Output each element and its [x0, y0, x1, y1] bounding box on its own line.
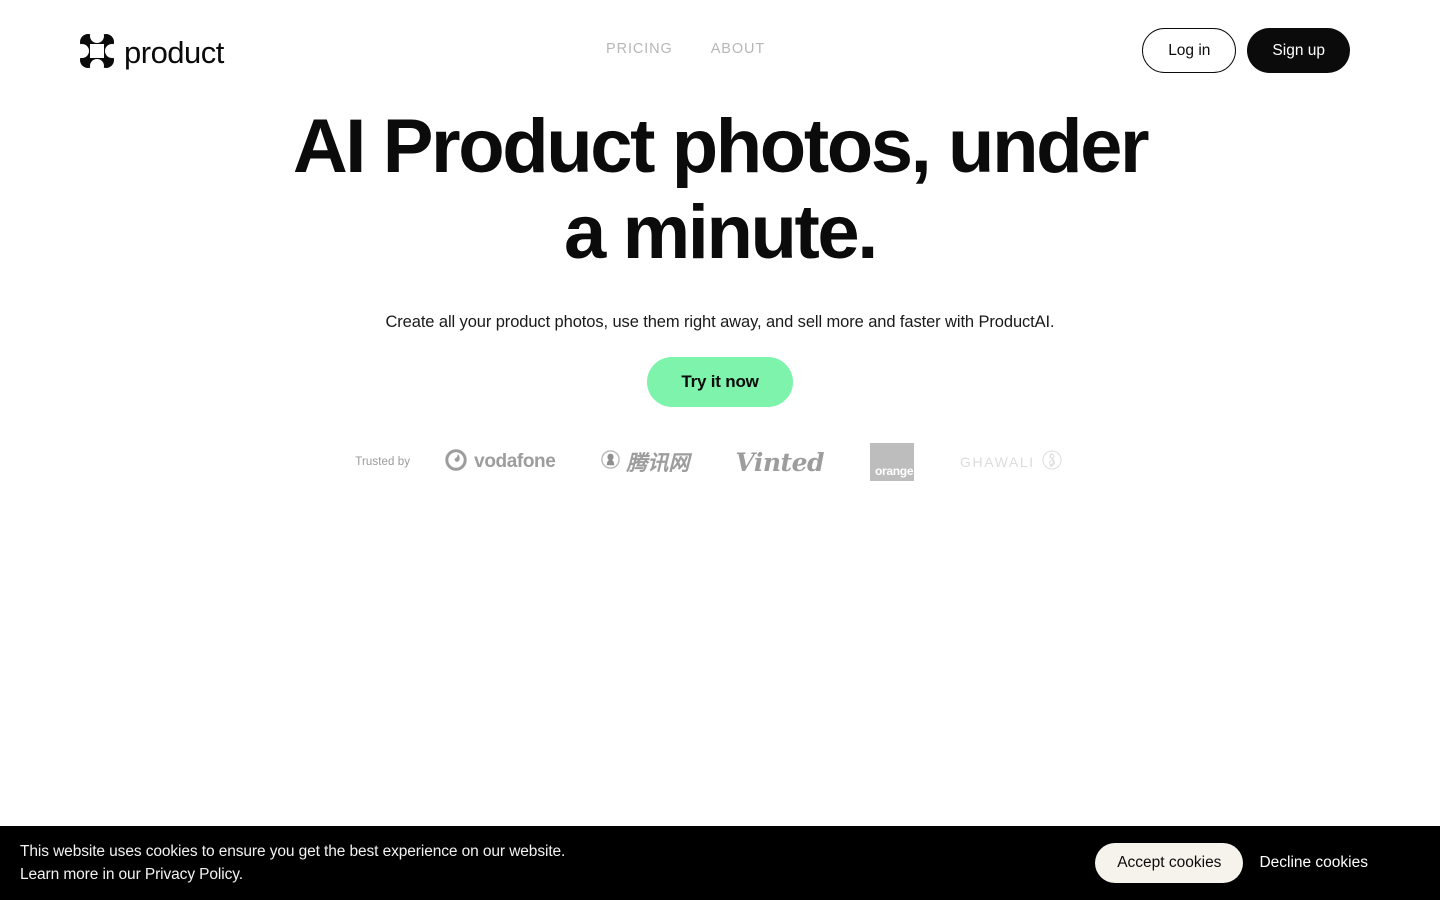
vodafone-circle-icon: [445, 448, 467, 476]
auth-actions: Log in Sign up: [1142, 28, 1350, 73]
login-button[interactable]: Log in: [1142, 28, 1237, 73]
cta-wrapper: Try it now: [0, 357, 1440, 407]
page-title: AI Product photos, under a minute.: [292, 104, 1150, 275]
orange-square-mark: orange: [870, 443, 914, 481]
logo[interactable]: product: [75, 29, 224, 73]
cookie-banner: This website uses cookies to ensure you …: [0, 826, 1440, 900]
try-it-now-button[interactable]: Try it now: [647, 357, 793, 407]
vodafone-wordmark: vodafone: [474, 451, 556, 472]
tencent-wordmark: 腾讯网: [626, 451, 690, 475]
brand-logo-vinted: Vinted: [735, 443, 824, 481]
accept-cookies-button[interactable]: Accept cookies: [1095, 843, 1244, 883]
clover-logo-icon: [75, 29, 119, 73]
brand-logo-tencent: 腾讯网: [601, 443, 689, 481]
ghawali-monogram-icon: [1042, 450, 1062, 475]
cookie-message-line-1: This website uses cookies to ensure you …: [20, 843, 566, 860]
brand-logo-orange: orange: [870, 443, 914, 481]
vinted-wordmark: Vinted: [735, 447, 824, 477]
ghawali-wordmark: GHAWALI: [960, 454, 1035, 470]
tencent-penguin-icon: [601, 450, 621, 474]
hero-subtitle: Create all your product photos, use them…: [385, 313, 1055, 331]
hero-section: AI Product photos, under a minute. Creat…: [0, 104, 1440, 481]
logo-text: product: [124, 34, 224, 70]
main-nav: PRICING ABOUT: [606, 41, 765, 57]
trusted-by-label: Trusted by: [355, 456, 411, 468]
cookie-message: This website uses cookies to ensure you …: [20, 840, 565, 886]
cookie-message-line-2: Learn more in our Privacy Policy.: [20, 866, 243, 883]
nav-link-pricing[interactable]: PRICING: [606, 41, 673, 57]
decline-cookies-button[interactable]: Decline cookies: [1259, 854, 1368, 872]
nav-link-about[interactable]: ABOUT: [711, 41, 765, 57]
orange-wordmark: orange: [875, 464, 914, 478]
brand-logo-vodafone: vodafone: [445, 443, 556, 481]
brand-logo-ghawali: GHAWALI: [960, 443, 1062, 481]
cookie-actions: Accept cookies Decline cookies: [1095, 843, 1368, 883]
trusted-by-row: Trusted by vodafone 腾讯网 Vinted orange GH…: [0, 443, 1440, 481]
site-header: product PRICING ABOUT Log in Sign up: [0, 0, 1440, 100]
signup-button[interactable]: Sign up: [1247, 28, 1350, 73]
